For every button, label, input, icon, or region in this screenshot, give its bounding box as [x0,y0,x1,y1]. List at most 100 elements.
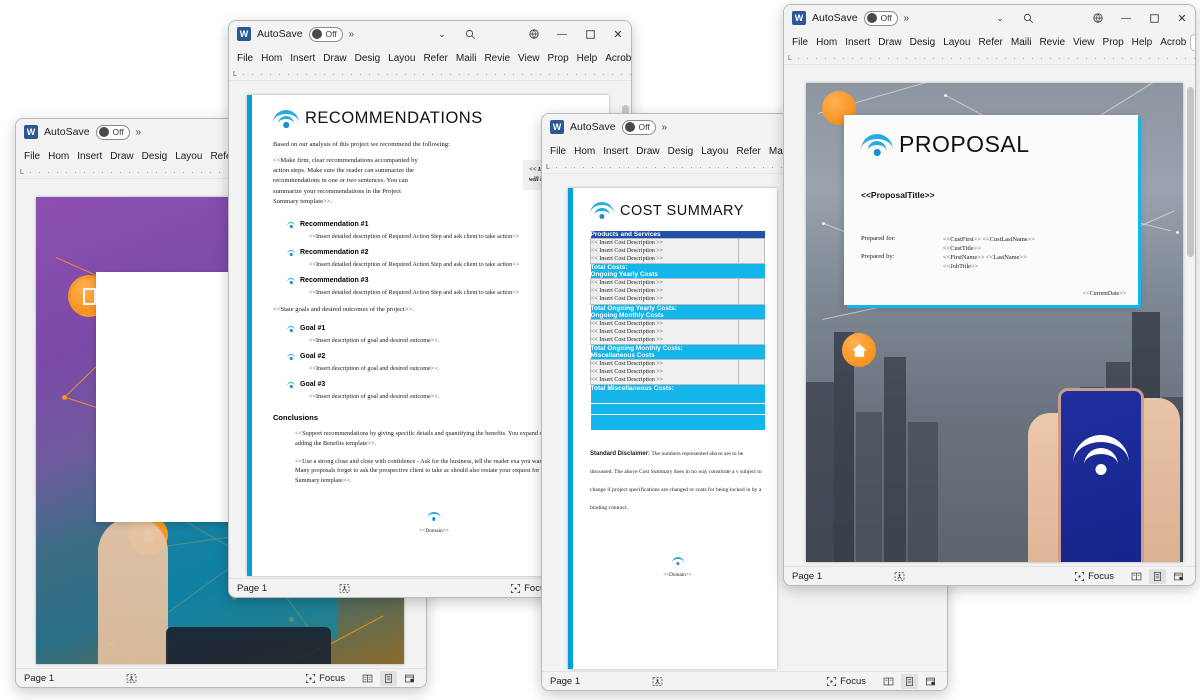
autosave-toggle[interactable]: Off [621,119,656,135]
table-row[interactable]: << Insert Cost Description >> << Insert … [590,358,765,386]
table-row[interactable] [590,402,765,415]
cost-row-cells-products[interactable]: << Insert Cost Description >> << Insert … [590,237,739,265]
document-page-1[interactable]: COST SUMMARY Products and Services << In… [568,188,777,669]
ribbon-tab-home[interactable]: Hom [812,35,841,50]
status-bar[interactable]: Page 1 Focus [542,671,947,690]
ribbon-tabs[interactable]: File Hom Insert Draw Desig Layou Refer M… [229,47,631,69]
status-page-number[interactable]: Page 1 [237,583,327,594]
cost-amount-cell[interactable] [738,278,765,305]
ribbon-tab-file[interactable]: File [233,51,257,66]
table-row[interactable]: Total Miscellaneous Costs: [590,384,765,393]
print-layout-icon[interactable] [1149,568,1166,584]
minimize-button[interactable]: — [551,24,573,44]
ribbon-tab-home[interactable]: Hom [570,144,599,159]
ribbon-tab-mailings[interactable]: Maili [452,51,481,66]
cost-amount-cell[interactable] [738,318,765,345]
read-mode-icon[interactable] [1128,569,1145,584]
web-layout-icon[interactable] [922,674,939,689]
cost-summary-table[interactable]: Products and Services << Insert Cost Des… [590,231,765,431]
ribbon-tab-file[interactable]: File [546,144,570,159]
table-row[interactable]: Ongoing Monthly Costs [590,311,765,320]
ribbon-tab-draw[interactable]: Draw [106,149,137,164]
maximize-button[interactable] [1143,8,1165,28]
cost-row-cells-yearly[interactable]: << Insert Cost Description >> << Insert … [590,278,739,305]
print-layout-icon[interactable] [380,670,397,686]
ribbon-tab-references[interactable]: Refer [419,51,451,66]
table-row[interactable]: Total Costs: [590,263,765,272]
ribbon-tab-home[interactable]: Hom [44,149,73,164]
autosave-toggle[interactable]: Off [308,26,343,42]
cost-row-blank-1[interactable] [590,392,765,404]
search-icon[interactable] [1017,8,1039,28]
table-row[interactable] [590,392,765,404]
ribbon-tab-draw[interactable]: Draw [874,35,905,50]
ribbon-tab-review[interactable]: Revie [480,51,514,66]
ribbon-right-controls[interactable]: Editing › [1190,33,1195,51]
ribbon-tab-insert[interactable]: Insert [599,144,632,159]
ribbon-tab-view[interactable]: View [1069,35,1099,50]
title-bar[interactable]: W AutoSave Off » ⌄ — ✕ [229,21,631,47]
table-row[interactable]: Products and Services [590,231,765,239]
ribbon-tab-home[interactable]: Hom [257,51,286,66]
ribbon-tab-references[interactable]: Refer [732,144,764,159]
ribbon-tab-layout[interactable]: Layou [697,144,732,159]
comments-button[interactable] [1190,33,1195,51]
view-buttons-group[interactable] [359,670,418,686]
title-overflow-icon[interactable]: » [136,127,141,138]
title-bar[interactable]: W AutoSave Off » ⌄ — ✕ [784,5,1195,31]
tab-stop-marker[interactable]: L [229,71,243,78]
web-layout-icon[interactable] [1170,569,1187,584]
title-dropdown-icon[interactable]: ⌄ [989,8,1011,28]
cost-row-cells-misc[interactable]: << Insert Cost Description >> << Insert … [590,358,739,386]
ribbon-tab-design[interactable]: Desig [351,51,385,66]
horizontal-ruler[interactable]: L [784,53,1195,65]
ribbon-tab-design[interactable]: Desig [906,35,940,50]
title-overflow-icon[interactable]: » [904,13,909,24]
tab-stop-marker[interactable]: L [784,55,798,62]
ribbon-display-options-icon[interactable] [523,24,545,44]
ribbon-tab-review[interactable]: Revie [1035,35,1069,50]
cost-row-blank-2[interactable] [590,402,765,415]
search-icon[interactable] [459,24,481,44]
ribbon-tab-draw[interactable]: Draw [319,51,350,66]
document-canvas[interactable]: PROPOSAL <<ProposalTitle>> Prepared for:… [784,77,1195,566]
ribbon-tab-acrobat[interactable]: Acrob [1156,35,1190,50]
focus-mode-button[interactable]: Focus [826,676,866,687]
vertical-scrollbar[interactable] [1186,77,1195,566]
ribbon-tab-file[interactable]: File [788,35,812,50]
ribbon-tab-file[interactable]: File [20,149,44,164]
table-row[interactable]: Ongoing Yearly Costs [590,271,765,279]
table-row[interactable]: << Insert Cost Description >> << Insert … [590,278,765,305]
maximize-button[interactable] [579,24,601,44]
ribbon-display-options-icon[interactable] [1087,8,1109,28]
view-buttons-group[interactable] [1128,568,1187,584]
autosave-toggle[interactable]: Off [863,10,898,26]
close-button[interactable]: ✕ [607,24,629,44]
status-page-number[interactable]: Page 1 [792,571,882,582]
ribbon-tab-insert[interactable]: Insert [841,35,874,50]
ribbon-tab-design[interactable]: Desig [138,149,172,164]
ribbon-tab-view[interactable]: View [514,51,544,66]
table-row[interactable] [590,413,765,431]
cost-amount-cell[interactable] [738,358,765,386]
status-page-number[interactable]: Page 1 [550,676,640,687]
ribbon-tab-layout[interactable]: Layou [384,51,419,66]
title-overflow-icon[interactable]: » [349,29,354,40]
cost-row-cells-monthly[interactable]: << Insert Cost Description >> << Insert … [590,318,739,345]
ribbon-tab-layout[interactable]: Layou [171,149,206,164]
status-bar[interactable]: Page 1 Focus [16,668,426,687]
table-row[interactable]: Total Ongoing Monthly Costs: [590,344,765,352]
ribbon-tab-insert[interactable]: Insert [73,149,106,164]
read-mode-icon[interactable] [359,671,376,686]
read-mode-icon[interactable] [880,674,897,689]
cost-row-blank-3[interactable] [590,413,765,431]
table-row[interactable]: << Insert Cost Description >> << Insert … [590,318,765,345]
tab-stop-marker[interactable]: L [16,169,30,176]
status-bar[interactable]: Page 1 Focus [784,566,1195,585]
word-window-proposal[interactable]: W AutoSave Off » ⌄ — ✕ File Hom Insert D… [783,4,1196,586]
focus-mode-button[interactable]: Focus [305,673,345,684]
ribbon-tab-layout[interactable]: Layou [939,35,974,50]
title-dropdown-icon[interactable]: ⌄ [431,24,453,44]
horizontal-ruler[interactable]: L [229,69,631,81]
accessibility-checker-icon[interactable] [640,676,674,687]
